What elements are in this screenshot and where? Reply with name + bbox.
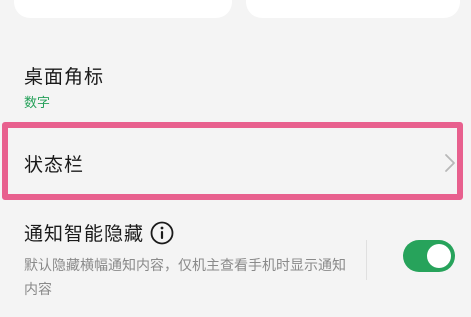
top-card-left[interactable] <box>14 0 232 18</box>
vertical-divider <box>366 240 367 280</box>
notification-hide-toggle[interactable] <box>403 240 455 272</box>
notification-hide-description: 默认隐藏横幅通知内容，仅机主查看手机时显示通知内容 <box>24 258 346 298</box>
toggle-knob <box>427 244 451 268</box>
desktop-badge-title: 桌面角标 <box>24 66 105 88</box>
notification-hide-row: 通知智能隐藏 默认隐藏横幅通知内容，仅机主查看手机时显示通知内容 <box>0 210 471 310</box>
desktop-badge-value: 数字 <box>24 96 51 111</box>
info-icon[interactable] <box>150 221 174 245</box>
status-bar-title: 状态栏 <box>24 154 85 176</box>
top-card-right[interactable] <box>246 0 460 18</box>
notification-hide-title: 通知智能隐藏 <box>24 223 145 245</box>
settings-screen: 桌面角标 数字 状态栏 通知智能隐藏 默认隐藏横幅通知内容，仅机主查看手机时显示… <box>0 0 471 317</box>
chevron-right-icon <box>445 154 455 172</box>
status-bar-row[interactable]: 状态栏 <box>0 120 471 206</box>
desktop-badge-row[interactable]: 桌面角标 数字 <box>0 52 471 118</box>
